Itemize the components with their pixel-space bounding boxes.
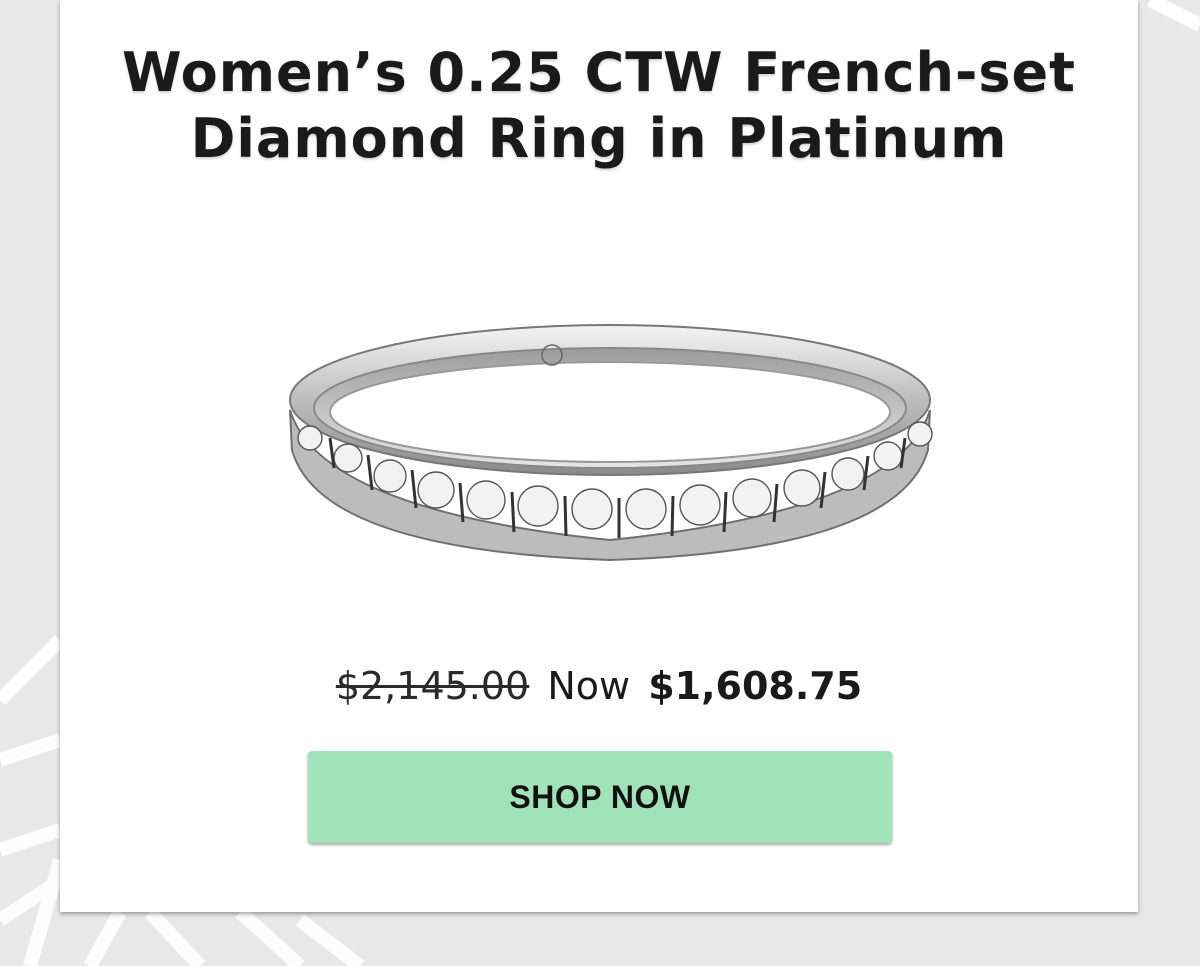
- now-label: Now: [547, 664, 631, 708]
- sale-price: $1,608.75: [648, 664, 863, 708]
- ring-image[interactable]: [260, 300, 960, 570]
- product-card: Women’s 0.25 CTW French-set Diamond Ring…: [60, 0, 1138, 912]
- product-title-line-1: Women’s 0.25 CTW French-set: [122, 41, 1076, 104]
- price-line: $2,145.00 Now $1,608.75: [60, 660, 1138, 712]
- product-title-line-2: Diamond Ring in Platinum: [190, 107, 1008, 170]
- original-price: $2,145.00: [335, 664, 530, 708]
- shop-now-button[interactable]: SHOP NOW: [308, 751, 892, 843]
- product-title: Women’s 0.25 CTW French-set Diamond Ring…: [60, 40, 1138, 172]
